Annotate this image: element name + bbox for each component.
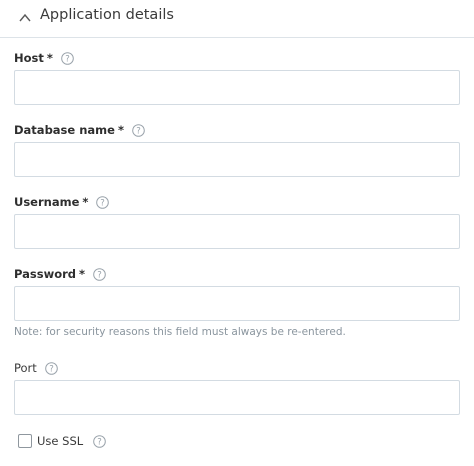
required-marker: * — [117, 123, 124, 137]
required-marker: * — [82, 195, 89, 209]
svg-text:?: ? — [101, 198, 106, 208]
help-icon[interactable]: ? — [93, 434, 106, 448]
svg-text:?: ? — [49, 364, 54, 374]
chevron-up-icon — [19, 13, 31, 22]
svg-text:?: ? — [97, 270, 102, 280]
host-input[interactable] — [14, 70, 460, 105]
svg-text:?: ? — [97, 437, 102, 447]
use-ssl-checkbox[interactable] — [18, 434, 32, 448]
port-label: Port — [14, 361, 37, 375]
svg-text:?: ? — [136, 126, 141, 136]
username-label-row: Username * ? — [14, 193, 460, 211]
use-ssl-row: Use SSL ? — [18, 432, 106, 450]
help-icon[interactable]: ? — [61, 51, 74, 65]
username-field: Username * ? — [14, 193, 460, 249]
host-label: Host — [14, 51, 44, 65]
help-icon[interactable]: ? — [45, 361, 58, 375]
port-field: Port ? — [14, 359, 460, 415]
use-ssl-label[interactable]: Use SSL — [37, 434, 83, 448]
database-name-input[interactable] — [14, 142, 460, 177]
required-marker: * — [46, 51, 53, 65]
password-field: Password * ? — [14, 265, 460, 321]
port-label-row: Port ? — [14, 359, 460, 377]
required-marker: * — [79, 267, 86, 281]
host-label-row: Host * ? — [14, 49, 460, 67]
help-icon[interactable]: ? — [93, 267, 106, 281]
password-label: Password — [14, 267, 76, 281]
host-field: Host * ? — [14, 49, 460, 105]
section-title: Application details — [40, 7, 174, 23]
database-name-label-row: Database name * ? — [14, 121, 460, 139]
username-input[interactable] — [14, 214, 460, 249]
username-label: Username — [14, 195, 80, 209]
database-name-field: Database name * ? — [14, 121, 460, 177]
password-input[interactable] — [14, 286, 460, 321]
help-icon[interactable]: ? — [96, 195, 110, 209]
password-note: Note: for security reasons this field mu… — [14, 326, 346, 338]
section-header-application-details[interactable]: Application details — [0, 0, 474, 38]
password-label-row: Password * ? — [14, 265, 460, 283]
port-input[interactable] — [14, 380, 460, 415]
svg-text:?: ? — [65, 54, 70, 64]
database-name-label: Database name — [14, 123, 115, 137]
help-icon[interactable]: ? — [132, 123, 145, 137]
